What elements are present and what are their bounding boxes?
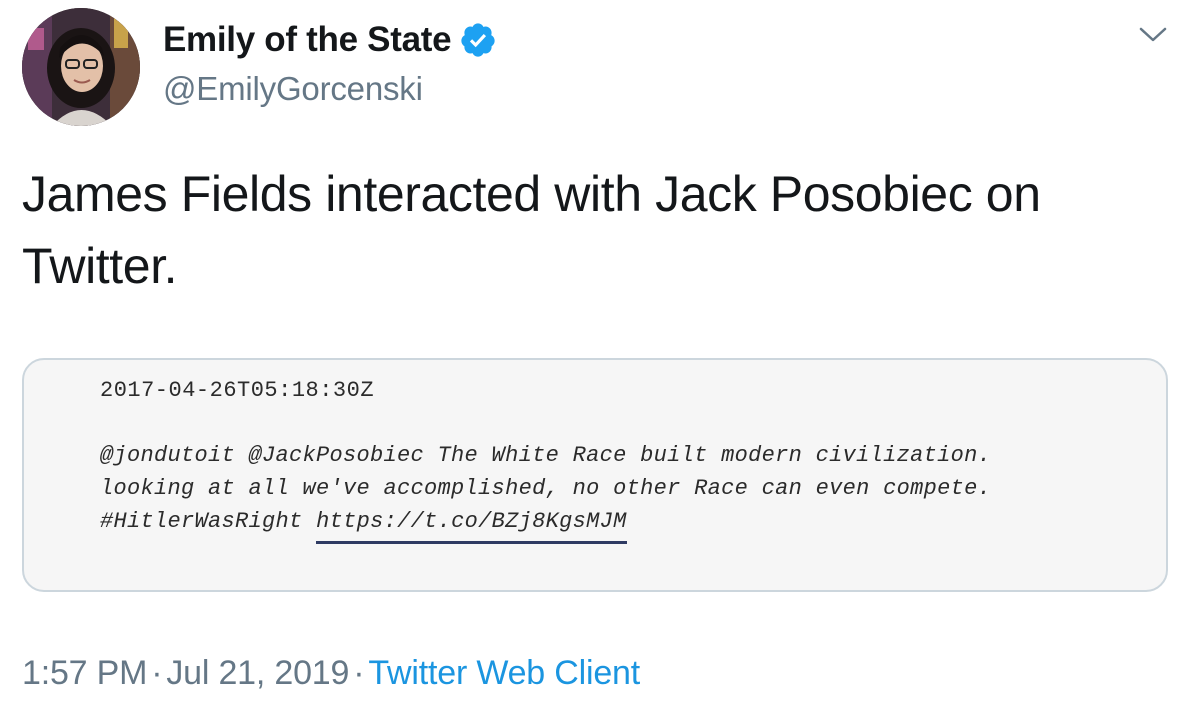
doc-hashtag: #HitlerWasRight bbox=[100, 509, 303, 534]
handle[interactable]: @EmilyGorcenski bbox=[163, 70, 497, 108]
meta-separator: · bbox=[151, 654, 163, 692]
screenshot-document: 2017-04-26T05:18:30Z @jondutoit @JackPos… bbox=[100, 378, 991, 544]
tweet-menu-button[interactable] bbox=[1136, 22, 1170, 48]
meta-separator: · bbox=[353, 654, 365, 692]
tweet-time[interactable]: 1:57 PM bbox=[22, 654, 147, 692]
avatar[interactable] bbox=[22, 8, 140, 126]
tweet-meta: 1:57 PM · Jul 21, 2019 · Twitter Web Client bbox=[22, 654, 640, 693]
doc-timestamp: 2017-04-26T05:18:30Z bbox=[100, 378, 375, 403]
display-name[interactable]: Emily of the State bbox=[163, 20, 452, 60]
tweet-source-link[interactable]: Twitter Web Client bbox=[368, 654, 640, 692]
doc-line-1: @jondutoit @JackPosobiec The White Race … bbox=[100, 443, 992, 468]
doc-line-3: #HitlerWasRight https://t.co/BZj8KgsMJM bbox=[100, 505, 991, 544]
tweet-date[interactable]: Jul 21, 2019 bbox=[166, 654, 349, 692]
verified-badge-icon bbox=[459, 21, 497, 59]
doc-line-2: looking at all we've accomplished, no ot… bbox=[100, 476, 992, 501]
doc-link: https://t.co/BZj8KgsMJM bbox=[316, 505, 627, 544]
chevron-down-icon bbox=[1139, 27, 1167, 42]
avatar-image bbox=[22, 8, 140, 126]
tweet: Emily of the State @EmilyGorcenski James… bbox=[0, 0, 1190, 720]
author-names: Emily of the State @EmilyGorcenski bbox=[163, 18, 497, 108]
tweet-text: James Fields interacted with Jack Posobi… bbox=[22, 166, 1041, 294]
display-name-row: Emily of the State bbox=[163, 18, 497, 62]
media-card[interactable]: 2017-04-26T05:18:30Z @jondutoit @JackPos… bbox=[22, 358, 1168, 592]
